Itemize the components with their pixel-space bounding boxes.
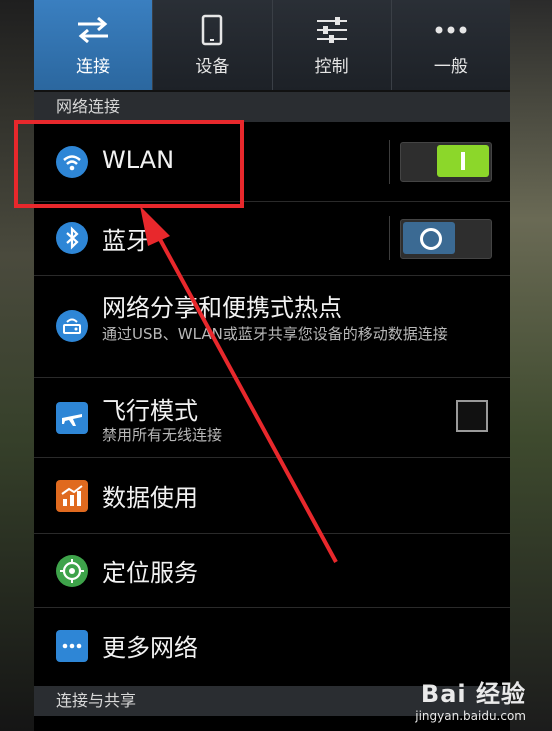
baidu-watermark: Bai 经验 jingyan.baidu.com (415, 674, 526, 723)
setting-row-airplane[interactable]: 飞行模式 禁用所有无线连接 (34, 378, 510, 458)
sliders-icon (314, 14, 350, 46)
router-icon (56, 310, 88, 342)
more-dots-icon (56, 630, 88, 662)
setting-row-location[interactable]: 定位服务 (34, 534, 510, 608)
tab-label: 控制 (314, 56, 349, 77)
airplane-icon (56, 402, 88, 434)
tab-controls[interactable]: 控制 (273, 0, 392, 90)
setting-row-hotspot[interactable]: 网络分享和便携式热点 通过USB、WLAN或蓝牙共享您设备的移动数据连接 (34, 276, 510, 378)
tab-general[interactable]: 一般 (392, 0, 510, 90)
setting-row-bluetooth[interactable]: 蓝牙 (34, 202, 510, 276)
wallpaper-left (0, 0, 34, 731)
airplane-checkbox[interactable] (456, 400, 488, 432)
section-header-network: 网络连接 (34, 92, 510, 122)
tab-connections[interactable]: 连接 (34, 0, 154, 90)
location-target-icon (56, 555, 88, 587)
divider (389, 216, 390, 260)
bluetooth-toggle[interactable] (400, 219, 492, 259)
toggle-knob-on (437, 145, 489, 177)
watermark-logo: Bai 经验 (420, 680, 526, 708)
row-title: 飞行模式 (102, 397, 198, 425)
divider (389, 140, 390, 184)
tab-label: 设备 (195, 56, 230, 77)
toggle-knob-off (403, 222, 455, 254)
wallpaper-right (510, 0, 552, 731)
tab-label: 连接 (76, 56, 111, 77)
settings-tab-bar: 连接 设备 控制 一般 (34, 0, 510, 92)
tab-device[interactable]: 设备 (153, 0, 273, 90)
data-usage-chart-icon (56, 480, 88, 512)
setting-row-data-usage[interactable]: 数据使用 (34, 458, 510, 534)
row-title: 网络分享和便携式热点 (102, 294, 342, 322)
watermark-url: jingyan.baidu.com (415, 709, 526, 723)
row-title: 蓝牙 (102, 227, 150, 255)
swap-arrows-icon (75, 14, 111, 46)
row-title: 更多网络 (102, 634, 198, 662)
bluetooth-icon (56, 222, 88, 254)
more-dots-icon (433, 14, 469, 46)
row-subtitle: 通过USB、WLAN或蓝牙共享您设备的移动数据连接 (102, 325, 448, 343)
setting-row-more-networks[interactable]: 更多网络 (34, 608, 510, 684)
row-title: 定位服务 (102, 559, 198, 587)
phone-device-icon (194, 14, 230, 46)
highlight-box (14, 120, 244, 208)
row-subtitle: 禁用所有无线连接 (102, 426, 223, 444)
wlan-toggle[interactable] (400, 142, 492, 182)
settings-screen: 连接 设备 控制 一般 网络连接 WLAN 蓝牙 网络分享和便携式热点 通过US… (34, 0, 510, 731)
row-title: 数据使用 (102, 484, 198, 512)
tab-label: 一般 (433, 56, 468, 77)
